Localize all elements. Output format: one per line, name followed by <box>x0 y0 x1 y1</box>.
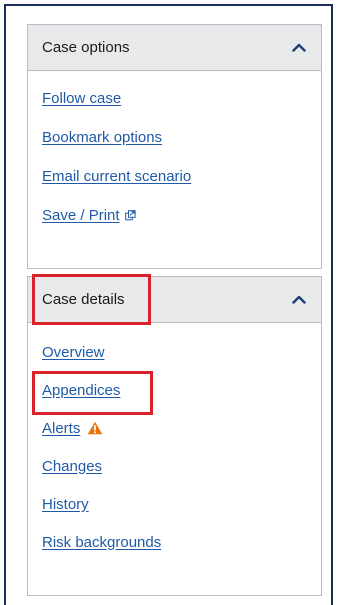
email-current-scenario-link[interactable]: Email current scenario <box>42 168 191 185</box>
history-link[interactable]: History <box>42 496 89 513</box>
case-options-header[interactable]: Case options <box>28 25 321 71</box>
case-details-title: Case details <box>42 291 125 308</box>
list-item: Save / Print <box>28 196 321 235</box>
chevron-up-icon[interactable] <box>289 290 309 310</box>
list-item: Follow case <box>28 79 321 118</box>
case-details-header[interactable]: Case details <box>28 277 321 323</box>
follow-case-link[interactable]: Follow case <box>42 90 121 107</box>
case-options-title: Case options <box>42 39 130 56</box>
list-item: Overview <box>28 333 321 371</box>
save-print-link[interactable]: Save / Print <box>42 207 120 224</box>
warning-icon <box>87 421 103 435</box>
external-link-icon <box>124 210 136 221</box>
alerts-link[interactable]: Alerts <box>42 420 80 437</box>
bookmark-options-link[interactable]: Bookmark options <box>42 129 162 146</box>
list-item: History <box>28 485 321 523</box>
changes-link[interactable]: Changes <box>42 458 102 475</box>
chevron-up-icon[interactable] <box>289 38 309 58</box>
list-item: Alerts <box>28 409 321 447</box>
case-options-panel: Case options Follow case Bookmark option… <box>27 24 322 269</box>
case-details-panel: Case details Overview Appendices Alerts … <box>27 276 322 596</box>
list-item: Email current scenario <box>28 157 321 196</box>
overview-link[interactable]: Overview <box>42 344 105 361</box>
list-item: Risk backgrounds <box>28 523 321 561</box>
list-item: Bookmark options <box>28 118 321 157</box>
list-item: Appendices <box>28 371 321 409</box>
appendices-link[interactable]: Appendices <box>42 382 120 399</box>
list-item: Changes <box>28 447 321 485</box>
risk-backgrounds-link[interactable]: Risk backgrounds <box>42 534 161 551</box>
